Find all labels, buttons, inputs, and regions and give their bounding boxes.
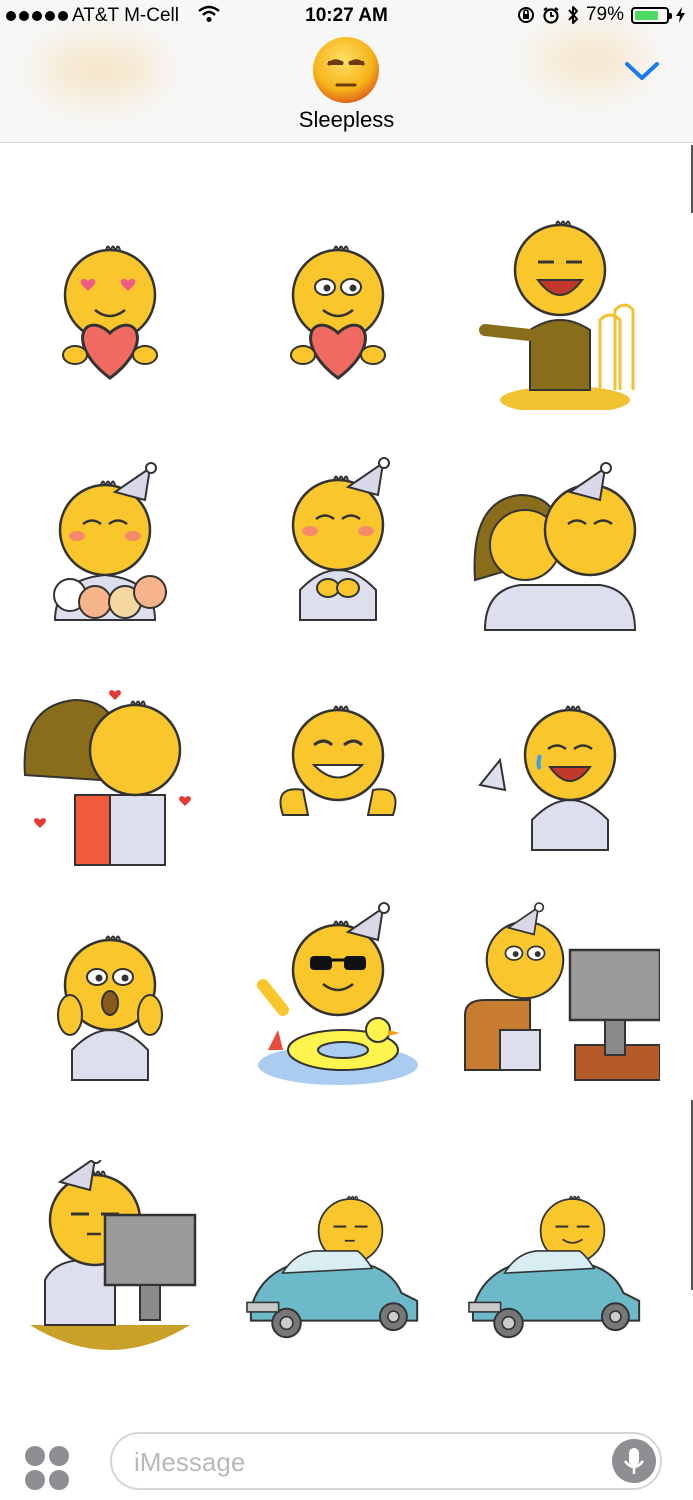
sticker-pointing-in-suit[interactable] bbox=[460, 210, 660, 410]
sticker-grinning-thumbs[interactable] bbox=[238, 670, 438, 870]
sticker-driving-blue-car[interactable] bbox=[238, 1160, 438, 1360]
orientation-lock-icon bbox=[517, 7, 534, 23]
sticker-heart-eyes-holding-heart[interactable] bbox=[10, 210, 210, 410]
sticker-shocked-face[interactable] bbox=[10, 900, 210, 1100]
sticker-couple-cheek-to-cheek[interactable] bbox=[460, 440, 660, 640]
microphone-icon[interactable] bbox=[612, 1439, 656, 1483]
sticker-driving-blue-car-smile[interactable] bbox=[460, 1160, 660, 1360]
app-drawer-icon[interactable] bbox=[24, 1445, 70, 1491]
alarm-icon bbox=[543, 7, 559, 24]
sticker-watching-monitor-popcorn[interactable] bbox=[460, 900, 660, 1100]
app-title: Sleepless bbox=[298, 107, 395, 132]
background-blur bbox=[40, 40, 160, 100]
message-input-bar bbox=[0, 1410, 693, 1500]
bluetooth-icon bbox=[568, 6, 578, 24]
battery-icon bbox=[631, 6, 672, 24]
chevron-down-icon[interactable] bbox=[622, 56, 662, 86]
sticker-couple-kissing-hearts[interactable] bbox=[10, 670, 210, 870]
sticker-blushing-hands-together[interactable] bbox=[238, 440, 438, 640]
status-bar: AT&T M-Cell 10:27 AM 79% bbox=[0, 0, 693, 34]
sticker-blushing-with-cats[interactable] bbox=[10, 440, 210, 640]
sticker-smiling-holding-heart[interactable] bbox=[238, 210, 438, 410]
battery-percent: 79% bbox=[585, 4, 624, 25]
sleepy-emoji-icon bbox=[313, 37, 379, 103]
sticker-laughing-tears[interactable] bbox=[460, 670, 660, 870]
message-field bbox=[110, 1432, 662, 1490]
charging-icon bbox=[676, 7, 685, 23]
imessage-input[interactable] bbox=[132, 1442, 596, 1482]
sticker-sleepy-at-computer[interactable] bbox=[10, 1160, 210, 1360]
sticker-sunglasses-swim-ring[interactable] bbox=[238, 900, 438, 1100]
